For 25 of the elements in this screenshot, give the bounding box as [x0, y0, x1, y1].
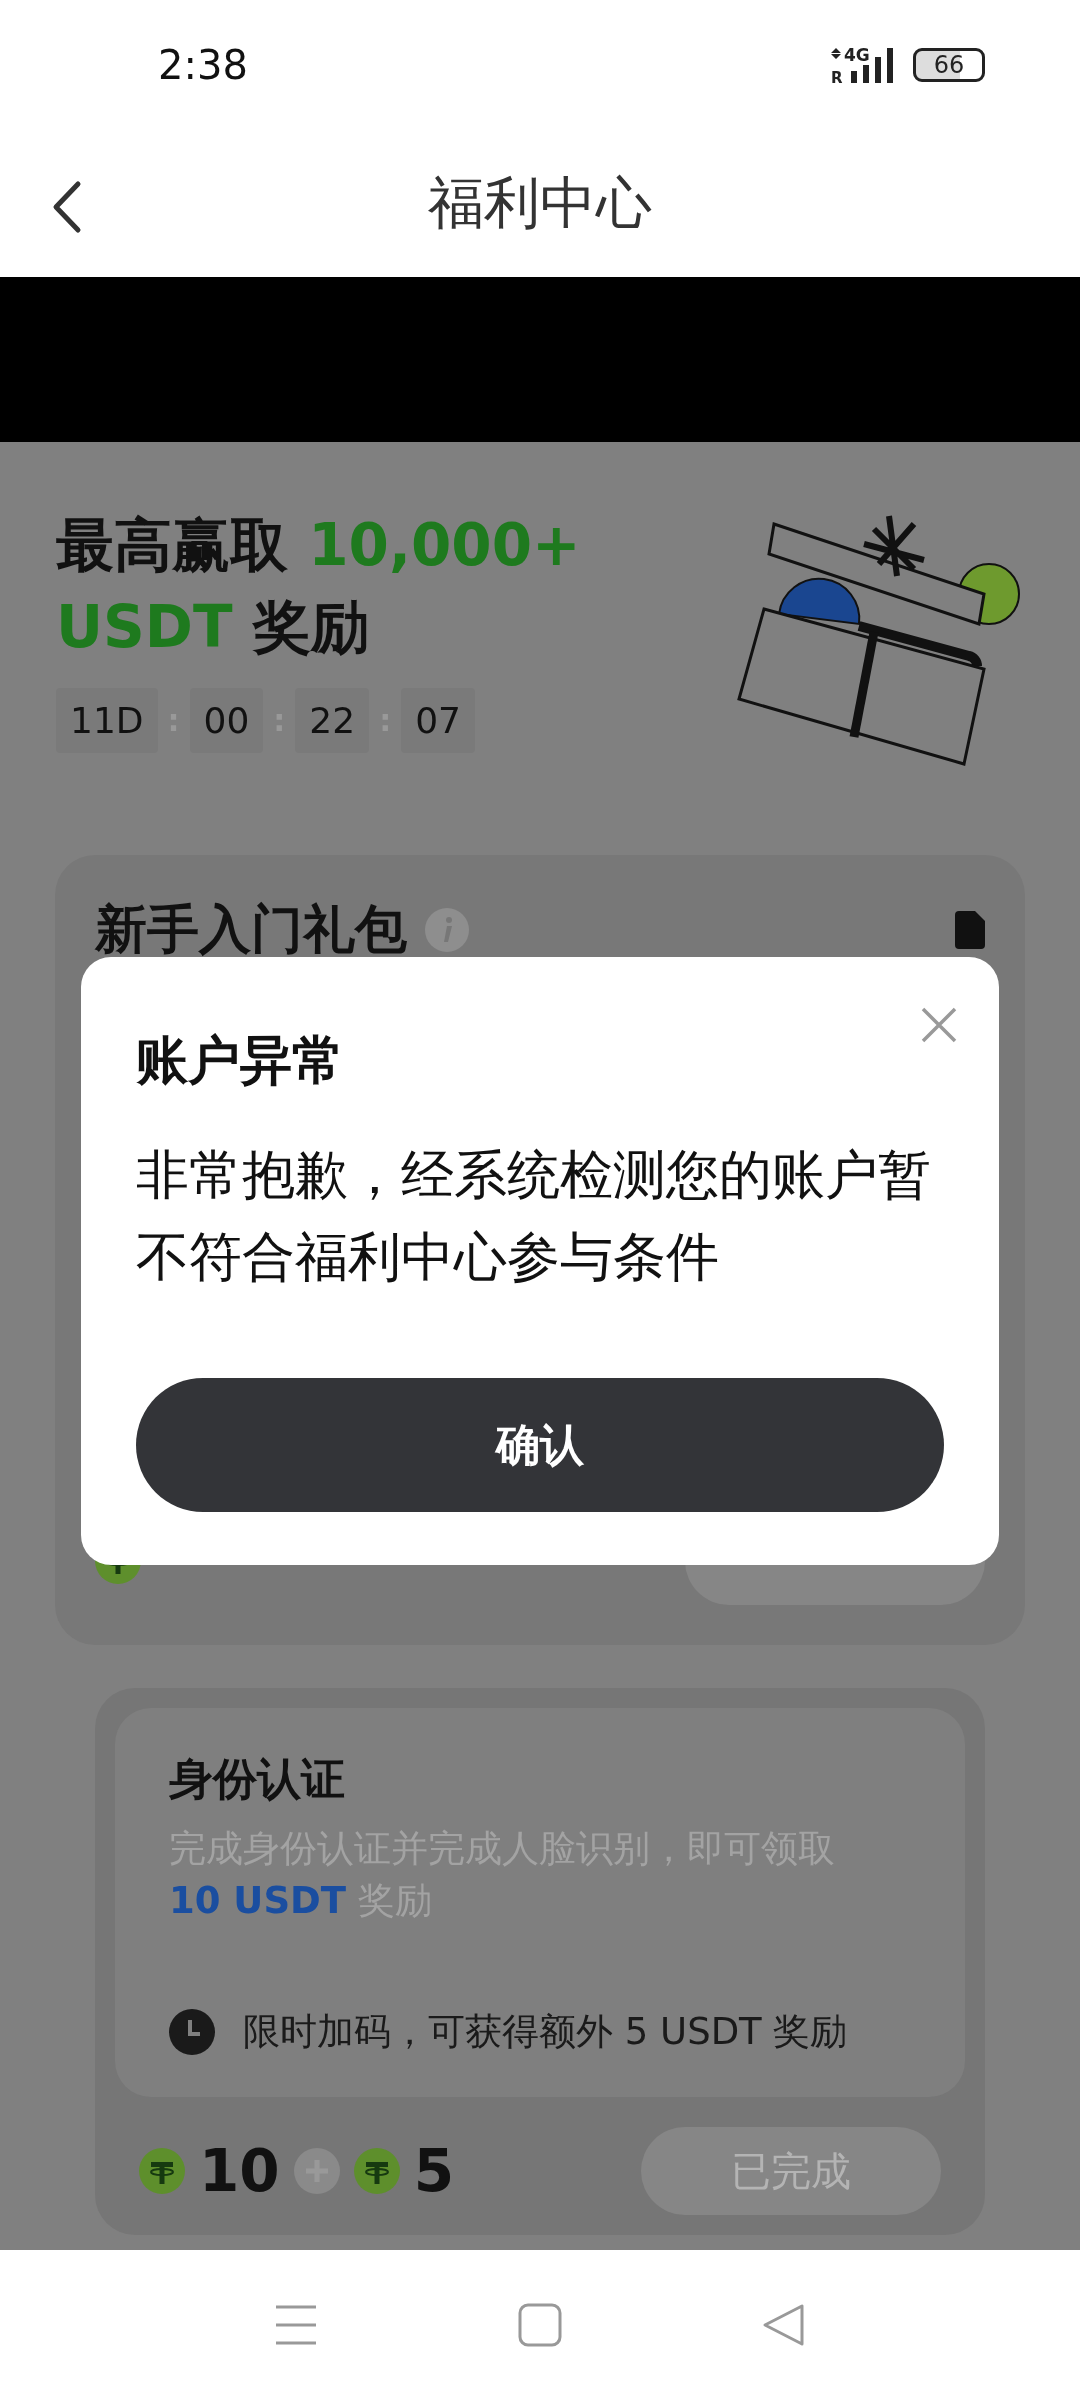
time-separator: : [379, 703, 392, 738]
page-title: 福利中心 [428, 168, 652, 237]
home-icon[interactable] [518, 2303, 562, 2347]
plus-icon [293, 2148, 340, 2194]
time-separator: : [273, 703, 286, 738]
time-separator: : [167, 703, 180, 738]
countdown-value: 11D [56, 688, 158, 753]
clock-icon [169, 2009, 215, 2055]
status-time: 2:38 [158, 42, 248, 88]
countdown-value: 00 [189, 688, 264, 753]
confirm-button[interactable]: 确认 [136, 1378, 944, 1512]
countdown-value: 22 [295, 688, 370, 753]
close-icon[interactable] [921, 1007, 957, 1043]
dialog-title: 账户异常 [136, 1029, 345, 1092]
battery-icon: 66 [913, 48, 985, 82]
reward-amount: 10 [199, 2137, 280, 2205]
card-title: 新手入门礼包 [95, 898, 407, 961]
reward-headline: 最高赢取 10,000+ USDT 奖励 [56, 510, 582, 663]
menu-icon[interactable] [274, 2303, 318, 2347]
task-title: 身份认证 [169, 1752, 346, 1806]
dialog-message: 非常抱歉，经系统检测您的账户暂不符合福利中心参与条件 [136, 1143, 932, 1289]
reward-amount: 5 [413, 2137, 455, 2205]
bonus-text: 限时加码，可获得额外 5 USDT 奖励 [243, 2009, 848, 2055]
document-icon[interactable] [955, 911, 985, 949]
countdown-value: 07 [401, 688, 475, 753]
